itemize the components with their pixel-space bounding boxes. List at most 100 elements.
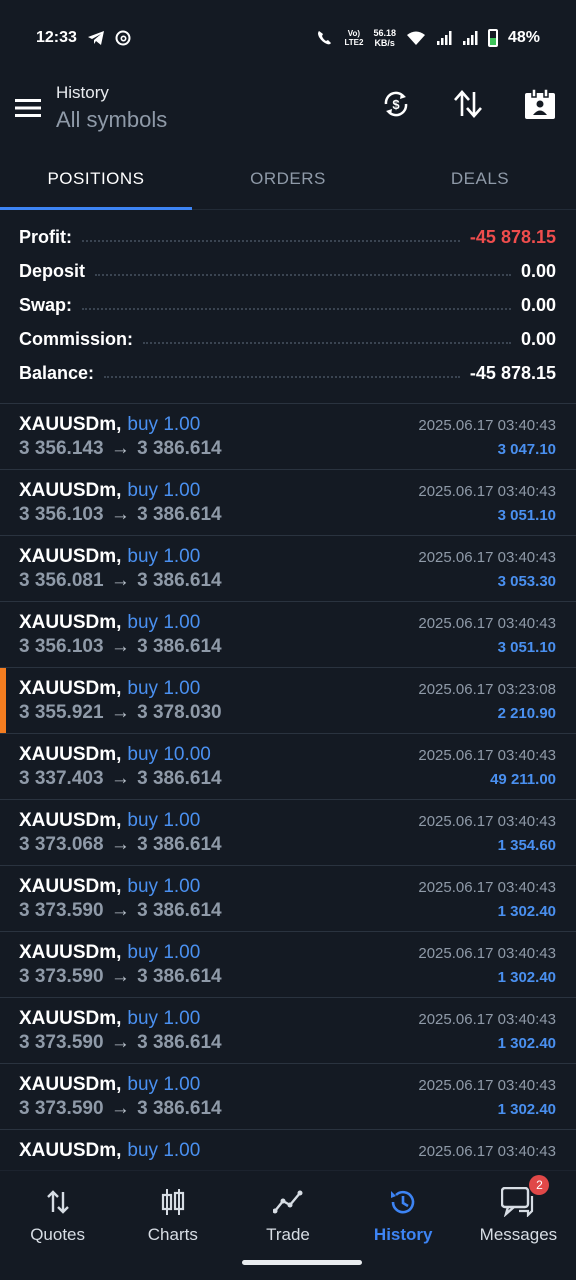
position-symbol: XAUUSDm, (19, 546, 122, 567)
tab-orders[interactable]: ORDERS (192, 148, 384, 209)
position-row[interactable]: XAUUSDm, buy 1.00 2025.06.17 03:40:43 3 373… (0, 932, 576, 998)
arrow-icon: → (110, 1098, 130, 1119)
dotted-leader (95, 274, 511, 276)
nav-quotes[interactable]: Quotes (0, 1171, 115, 1280)
position-side: buy 1.00 (127, 942, 201, 963)
home-indicator[interactable] (242, 1260, 362, 1265)
position-prices: 3 373.590 → 3 386.614 (19, 966, 222, 988)
position-profit: 49 211.00 (490, 771, 556, 788)
position-side: buy 1.00 (127, 546, 201, 567)
open-price: 3 356.143 (19, 438, 104, 459)
app-header: History All symbols $ (0, 76, 576, 140)
row-bottom-line: 3 337.403 → 3 386.614 49 211.00 (19, 768, 556, 790)
dotted-leader (82, 240, 460, 242)
arrow-icon: → (110, 1032, 130, 1053)
telegram-icon (87, 30, 105, 46)
position-time: 2025.06.17 03:40:43 (418, 615, 556, 632)
close-price: 3 386.614 (137, 900, 222, 921)
open-price: 3 355.921 (19, 702, 104, 723)
position-time: 2025.06.17 03:40:43 (418, 483, 556, 500)
net-speed: 56.18 KB/s (373, 28, 396, 48)
open-price: 3 356.103 (19, 636, 104, 657)
position-prices: 3 356.081 → 3 386.614 (19, 570, 222, 592)
dotted-leader (104, 376, 460, 378)
nav-history[interactable]: History (346, 1171, 461, 1280)
row-top-line: XAUUSDm, buy 1.00 2025.06.17 03:40:43 (19, 810, 556, 832)
row-bottom-line: 3 373.068 → 3 386.614 1 354.60 (19, 834, 556, 856)
row-top-line: XAUUSDm, buy 1.00 2025.06.17 03:40:43 (19, 1008, 556, 1030)
position-row[interactable]: XAUUSDm, buy 1.00 2025.06.17 03:40:43 3 373… (0, 998, 576, 1064)
symbol-side: XAUUSDm, buy 1.00 (19, 1074, 200, 1096)
symbol-filter[interactable]: All symbols (56, 107, 167, 133)
position-profit: 1 302.40 (497, 1101, 556, 1118)
position-profit: 3 053.30 (497, 573, 556, 590)
summary-swap-row: Swap: 0.00 (0, 288, 576, 322)
arrow-icon: → (110, 966, 130, 987)
row-top-line: XAUUSDm, buy 1.00 2025.06.17 03:40:43 (19, 1140, 556, 1162)
commission-label: Commission: (19, 328, 134, 349)
calendar-button[interactable] (518, 80, 562, 128)
history-tabs: POSITIONS ORDERS DEALS (0, 148, 576, 210)
position-row[interactable]: XAUUSDm, buy 1.00 2025.06.17 03:40:43 3 373… (0, 1064, 576, 1130)
tab-positions[interactable]: POSITIONS (0, 148, 192, 210)
symbol-side: XAUUSDm, buy 1.00 (19, 810, 200, 832)
messages-icon: 2 (501, 1175, 550, 1219)
open-price: 3 356.103 (19, 504, 104, 525)
position-row[interactable]: XAUUSDm, buy 1.00 2025.06.17 03:40:43 3 373… (0, 866, 576, 932)
position-time: 2025.06.17 03:23:08 (418, 681, 556, 698)
currency-switch-button[interactable]: $ (374, 80, 418, 128)
open-price: 3 373.590 (19, 1032, 104, 1053)
position-profit: 3 047.10 (497, 441, 556, 458)
sort-icon (454, 90, 482, 118)
wifi-call-icon (316, 29, 334, 47)
nav-label-trade: Trade (266, 1225, 310, 1244)
profit-label: Profit: (19, 226, 72, 247)
title-block[interactable]: History All symbols (56, 83, 167, 133)
position-time: 2025.06.17 03:40:43 (418, 417, 556, 434)
svg-text:$: $ (392, 97, 400, 112)
open-price: 3 373.068 (19, 834, 104, 855)
nav-label-messages: Messages (479, 1225, 558, 1244)
position-prices: 3 356.103 → 3 386.614 (19, 504, 222, 526)
nav-charts[interactable]: Charts (115, 1171, 230, 1280)
header-actions: $ (374, 80, 562, 128)
position-row[interactable]: XAUUSDm, buy 1.00 2025.06.17 03:40:43 3 356… (0, 536, 576, 602)
position-profit: 1 302.40 (497, 1035, 556, 1052)
position-time: 2025.06.17 03:40:43 (418, 945, 556, 962)
position-row[interactable]: XAUUSDm, buy 1.00 2025.06.17 03:40:43 3 356… (0, 602, 576, 668)
currency-switch-icon: $ (384, 91, 408, 117)
position-profit: 1 354.60 (497, 837, 556, 854)
position-row[interactable]: XAUUSDm, buy 1.00 2025.06.17 03:23:08 3 355… (0, 668, 576, 734)
sort-button[interactable] (446, 80, 490, 128)
close-price: 3 386.614 (137, 768, 222, 789)
status-right: Vo) LTE2 56.18 KB/s 48% (316, 28, 540, 48)
summary-commission-row: Commission: 0.00 (0, 322, 576, 356)
symbol-side: XAUUSDm, buy 1.00 (19, 942, 200, 964)
row-top-line: XAUUSDm, buy 1.00 2025.06.17 03:40:43 (19, 546, 556, 568)
row-bottom-line: 3 356.103 → 3 386.614 3 051.10 (19, 504, 556, 526)
nav-messages[interactable]: 2 Messages (461, 1171, 576, 1280)
position-time: 2025.06.17 03:40:43 (418, 813, 556, 830)
position-time: 2025.06.17 03:40:43 (418, 747, 556, 764)
row-top-line: XAUUSDm, buy 1.00 2025.06.17 03:23:08 (19, 678, 556, 700)
position-symbol: XAUUSDm, (19, 1008, 122, 1029)
position-row[interactable]: XAUUSDm, buy 1.00 2025.06.17 03:40:43 3 356… (0, 470, 576, 536)
close-price: 3 386.614 (137, 504, 222, 525)
row-bottom-line: 3 356.081 → 3 386.614 3 053.30 (19, 570, 556, 592)
position-symbol: XAUUSDm, (19, 612, 122, 633)
deposit-value: 0.00 (520, 260, 556, 281)
position-row[interactable]: XAUUSDm, buy 10.00 2025.06.17 03:40:43 3 33… (0, 734, 576, 800)
close-price: 3 386.614 (137, 438, 222, 459)
summary-panel: Profit: -45 878.15 Deposit 0.00 Swap: 0.… (0, 220, 576, 390)
trade-icon (273, 1185, 303, 1219)
tab-deals[interactable]: DEALS (384, 148, 576, 209)
threads-icon (115, 30, 131, 46)
position-prices: 3 356.103 → 3 386.614 (19, 636, 222, 658)
menu-button[interactable] (0, 80, 56, 136)
row-bottom-line: 3 355.921 → 3 378.030 2 210.90 (19, 702, 556, 724)
position-row[interactable]: XAUUSDm, buy 1.00 2025.06.17 03:40:43 3 356… (0, 404, 576, 470)
quotes-icon (45, 1185, 71, 1219)
position-profit: 3 051.10 (497, 507, 556, 524)
position-row[interactable]: XAUUSDm, buy 1.00 2025.06.17 03:40:43 3 373… (0, 800, 576, 866)
position-side: buy 1.00 (127, 612, 201, 633)
